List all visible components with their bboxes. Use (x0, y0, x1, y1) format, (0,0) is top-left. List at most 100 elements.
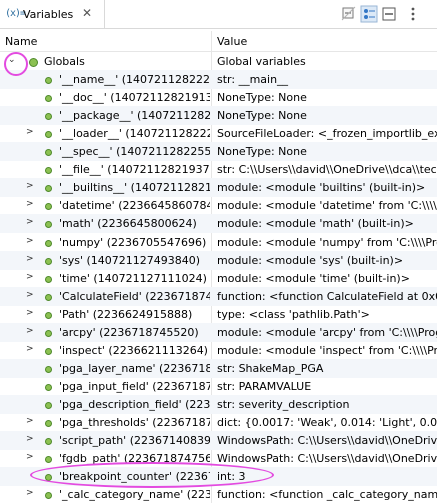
close-icon[interactable]: ✕ (82, 6, 92, 20)
variable-icon (45, 257, 52, 265)
variable-icon (45, 167, 52, 175)
variable-icon (45, 113, 52, 121)
variable-name-cell: '__doc__' (140721128219136) (0, 88, 210, 107)
variable-name-cell: 'pga_description_field' (223671874) (0, 395, 210, 414)
variable-value: module: <module 'math' (built-in)> (217, 217, 414, 231)
globals-expander-highlight (4, 52, 28, 76)
table-row[interactable]: 'pga_input_field' (2236718747520) str: PA… (0, 377, 437, 396)
table-row[interactable]: > 'CalculateField' (2236718747600) functio… (0, 286, 437, 306)
variable-name-cell: > 'time' (140721127111024) (0, 269, 210, 288)
chevron-right-icon[interactable]: > (26, 308, 36, 318)
tree-row-globals[interactable]: ⌄ Globals Global variables (0, 52, 437, 71)
variable-name: '__builtins__' (140721128218040) (59, 181, 210, 195)
minimize-icon[interactable] (380, 5, 398, 23)
variable-name-cell: > '__loader__' (140721128222040) (0, 124, 210, 143)
variable-value: module: <module 'time' (built-in)> (217, 271, 410, 285)
chevron-right-icon[interactable]: > (26, 127, 36, 137)
chevron-right-icon[interactable]: > (26, 217, 36, 227)
variable-name-cell: 'pga_input_field' (2236718747520) (0, 377, 210, 396)
variable-value-cell: function: <function CalculateField at 0x… (217, 287, 437, 306)
collapse-all-icon[interactable] (340, 5, 358, 23)
variable-value-cell: module: <module 'sys' (built-in)> (217, 251, 437, 270)
variable-icon (45, 77, 52, 85)
variable-name: 'arcpy' (2236718745520) (59, 325, 199, 339)
variable-name: 'script_path' (2236714083952) (59, 434, 210, 448)
variable-icon (29, 58, 38, 67)
variable-icon (45, 239, 52, 247)
table-row[interactable]: > 'math' (2236645800624) module: <module '… (0, 214, 437, 234)
table-row[interactable]: > '__builtins__' (140721128218040) module:… (0, 178, 437, 198)
variable-value: Global variables (217, 55, 306, 68)
chevron-right-icon[interactable]: > (26, 344, 36, 354)
variable-name-cell: > 'numpy' (2236705547696) (0, 233, 210, 252)
table-row[interactable]: > 'datetime' (2236645860784) module: <modu… (0, 196, 437, 215)
chevron-right-icon[interactable]: > (26, 290, 36, 300)
variable-icon (45, 311, 52, 319)
table-row[interactable]: > 'sys' (140721127493840) module: <module … (0, 250, 437, 270)
table-row[interactable]: 'pga_layer_name' (2236718747440) str: Sha… (0, 358, 437, 378)
table-row[interactable]: '__spec__' (140721128225544) NoneType: No… (0, 142, 437, 162)
chevron-right-icon[interactable]: > (26, 326, 36, 336)
view-menu-icon[interactable] (404, 5, 422, 23)
variable-value-cell: str: ShakeMap_PGA (217, 359, 437, 378)
variable-name-cell: '__package__' (140721128223360) (0, 106, 210, 125)
variable-icon (45, 293, 52, 301)
variable-value: str: PARAMVALUE (217, 379, 312, 393)
chevron-right-icon[interactable]: > (26, 452, 36, 462)
chevron-right-icon[interactable]: > (26, 236, 36, 246)
table-row[interactable]: > 'inspect' (2236621113264) module: <modul… (0, 341, 437, 360)
variable-name-cell: > 'Path' (2236624915888) (0, 305, 210, 324)
variable-icon (45, 365, 52, 373)
variable-value-cell: Global variables (217, 52, 437, 71)
variable-value: str: __main__ (217, 73, 289, 87)
table-row[interactable]: > 'pga_thresholds' (2236718747840) dict: {… (0, 413, 437, 432)
variable-value: module: <module 'numpy' from 'C:\\\\Prog… (217, 235, 437, 249)
variable-value: SourceFileLoader: <_frozen_importlib_ext… (217, 127, 437, 141)
variable-name-cell: > 'CalculateField' (2236718747600) (0, 287, 210, 306)
chevron-right-icon[interactable]: > (26, 488, 36, 498)
table-row[interactable]: '__file__' (140721128219376) str: C:\\Use… (0, 160, 437, 179)
variable-name: '__spec__' (140721128225544) (59, 145, 210, 159)
table-row[interactable]: > '_calc_category_name' (2236718) function… (0, 485, 437, 504)
variable-value-cell: module: <module 'inspect' from 'C:\\\\Pr… (217, 341, 437, 360)
variable-icon (45, 131, 52, 139)
variable-value-cell: module: <module 'numpy' from 'C:\\\\Prog… (217, 233, 437, 252)
table-row[interactable]: '__package__' (140721128223360) NoneType:… (0, 106, 437, 126)
name-column-header[interactable]: Name (5, 35, 37, 48)
variable-name: 'pga_description_field' (223671874) (59, 397, 210, 411)
table-row[interactable]: > 'script_path' (2236714083952) WindowsPat… (0, 431, 437, 451)
variable-name-cell: > 'script_path' (2236714083952) (0, 431, 210, 450)
variable-name-cell: > '_calc_category_name' (2236718) (0, 485, 210, 504)
variable-value: dict: {0.0017: 'Weak', 0.014: 'Light', 0… (217, 416, 437, 429)
variable-name: 'datetime' (2236645860784) (59, 199, 210, 213)
variable-name: '__doc__' (140721128219136) (59, 91, 210, 105)
table-row[interactable]: > 'time' (140721127111024) module: <module… (0, 269, 437, 288)
variable-name-cell: '__spec__' (140721128225544) (0, 142, 210, 161)
table-row[interactable]: '__name__' (140721128222640) str: __main_… (0, 70, 437, 90)
table-row[interactable]: > '__loader__' (140721128222040) SourceFil… (0, 124, 437, 143)
chevron-right-icon[interactable]: > (26, 199, 36, 209)
chevron-right-icon[interactable]: > (26, 272, 36, 282)
variable-value: module: <module 'builtins' (built-in)> (217, 181, 426, 195)
variable-value-cell: str: PARAMVALUE (217, 377, 437, 396)
variable-name: 'CalculateField' (2236718747600) (59, 289, 210, 303)
table-row[interactable]: > 'numpy' (2236705547696) module: <module … (0, 233, 437, 252)
breakpoint-counter-highlight (30, 462, 274, 488)
variable-icon (45, 221, 52, 229)
variable-icon (45, 456, 52, 464)
chevron-right-icon[interactable]: > (26, 181, 36, 191)
table-row[interactable]: > 'arcpy' (2236718745520) module: <module … (0, 322, 437, 342)
variable-value-cell: type: <class 'pathlib.Path'> (217, 305, 437, 324)
value-column-header[interactable]: Value (217, 35, 247, 48)
variable-name-cell: > 'sys' (140721127493840) (0, 251, 210, 270)
variable-value-cell: module: <module 'arcpy' from 'C:\\\\Prog… (217, 323, 437, 342)
variable-name-cell: 'pga_layer_name' (2236718747440) (0, 359, 210, 378)
chevron-right-icon[interactable]: > (26, 254, 36, 264)
chevron-right-icon[interactable]: > (26, 434, 36, 444)
table-row[interactable]: 'pga_description_field' (223671874) str: … (0, 394, 437, 414)
tab-variables[interactable]: (x)= Variables ✕ (0, 0, 105, 28)
table-row[interactable]: > 'Path' (2236624915888) type: <class 'pat… (0, 305, 437, 324)
table-row[interactable]: '__doc__' (140721128219136) NoneType: Non… (0, 88, 437, 107)
show-type-names-icon[interactable] (360, 5, 378, 23)
chevron-right-icon[interactable]: > (26, 416, 36, 426)
